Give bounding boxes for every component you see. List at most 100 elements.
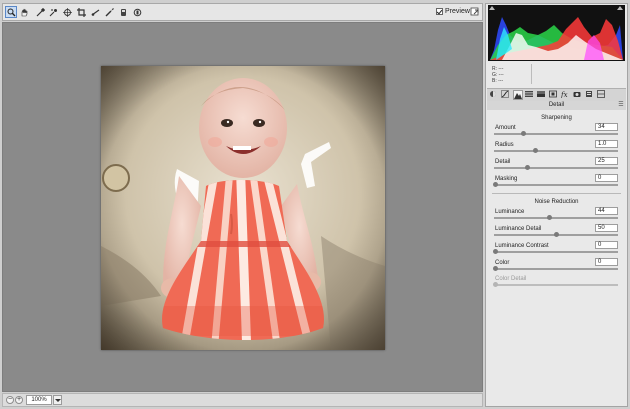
amount-value-field[interactable]: 34 [595,123,618,131]
tab-basic[interactable] [489,90,499,100]
eyedropper-icon [36,8,45,17]
luminance-detail-value-field[interactable]: 50 [595,224,618,232]
tab-snapshots[interactable] [597,90,607,100]
rotate-icon [133,8,142,17]
tab-detail[interactable] [513,90,523,100]
color-slider-track[interactable] [493,266,618,271]
masking-slider-thumb[interactable] [493,182,498,187]
zoom-level-field[interactable]: 100% [26,395,52,405]
white-balance-tool-button[interactable] [34,6,46,18]
panel-tabs: fx [487,88,626,102]
presets-icon [586,91,592,97]
tab-lens-corrections[interactable] [549,90,559,100]
color-slider-thumb[interactable] [493,266,498,271]
highlight-clipping-warning-icon[interactable] [617,6,623,10]
section-divider [492,193,621,194]
detail-slider-thumb[interactable] [524,165,530,170]
luminance-slider-track[interactable] [494,215,618,220]
camera-raw-window: Preview − + 100% R: --- G: --- B: --- fx… [0,0,630,409]
color-detail-slider-thumb [493,282,498,287]
camera-icon [573,92,581,97]
b-value: --- [498,78,504,84]
rgb-readout: R: --- G: --- B: --- [492,66,504,84]
rotate-tool-button[interactable] [131,6,143,18]
magnifier-icon [7,8,16,17]
readout-divider [531,64,532,84]
crop-icon [77,8,86,17]
detail-value-field[interactable]: 25 [595,157,618,165]
red-eye-tool-button[interactable] [103,6,115,18]
tab-split-toning[interactable] [537,90,547,100]
detail-slider-track[interactable] [494,165,618,170]
lens-icon [549,90,557,98]
adjustment-brush-tool-button[interactable] [117,6,129,18]
shadow-clipping-warning-icon[interactable] [489,6,495,10]
zoom-dropdown-button[interactable] [53,395,62,405]
red-eye-icon [105,8,114,17]
radius-slider-thumb[interactable] [533,148,539,153]
luminance-detail-slider-track[interactable] [494,232,618,237]
straighten-tool-button[interactable] [89,6,101,18]
split-toning-icon [537,91,545,97]
tab-tone-curve[interactable] [501,90,511,100]
sharpening-title: Sharpening [541,115,572,121]
amount-slider-thumb[interactable] [521,131,527,136]
fullscreen-icon[interactable] [470,7,480,17]
status-bar: − + 100% [2,393,483,407]
masking-slider-track[interactable] [493,182,618,187]
preview-label: Preview [445,8,470,15]
radius-value-field[interactable]: 1.0 [595,140,618,148]
panel-menu-icon[interactable]: ☰ [618,102,624,108]
luminance-slider-thumb[interactable] [546,215,552,220]
color-label: Color [495,260,510,266]
b-label: B: [492,78,497,84]
preview-canvas[interactable] [2,22,483,392]
noise-reduction-title: Noise Reduction [534,199,579,205]
preview-photo [101,66,385,350]
fx-icon: fx [560,91,568,99]
luminance-value-field[interactable]: 44 [595,207,618,215]
straighten-icon [91,9,100,16]
preview-checkbox[interactable] [436,8,443,15]
tab-presets[interactable] [585,90,595,100]
luminance-contrast-value-field[interactable]: 0 [595,241,618,249]
hsl-icon [525,91,533,97]
luminance-contrast-label: Luminance Contrast [495,243,549,249]
brush-icon [121,9,126,16]
crop-tool-button[interactable] [75,6,87,18]
masking-label: Masking [495,176,518,182]
tone-curve-icon [501,90,509,98]
target-adjust-icon [63,8,72,17]
detail-label: Detail [495,159,511,165]
radius-slider-track[interactable] [494,148,618,153]
hand-icon [21,8,28,17]
color-sampler-tool-button[interactable] [47,6,59,18]
baby-photo-image [101,66,385,350]
color-detail-slider-track [493,282,618,287]
panel-header: Detail ☰ [487,101,626,110]
luminance-contrast-slider-track[interactable] [493,249,618,254]
color-detail-label: Color Detail [495,276,527,282]
tab-effects[interactable]: fx [560,90,571,100]
color-sampler-icon [49,9,57,17]
detail-icon [514,93,522,99]
snapshots-icon [597,90,605,98]
targeted-adjustment-tool-button[interactable] [61,6,73,18]
luminance-contrast-slider-thumb[interactable] [493,249,498,254]
toolbar: Preview [2,3,483,21]
zoom-tool-button[interactable] [5,6,17,18]
basic-icon [490,91,496,97]
hand-tool-button[interactable] [18,6,30,18]
luminance-detail-slider-thumb[interactable] [554,232,559,237]
zoom-out-button[interactable]: − [6,396,14,404]
luminance-detail-label: Luminance Detail [495,226,542,232]
adjustment-panel: R: --- G: --- B: --- fx Detail ☰ Sharpen… [485,3,628,407]
tab-hsl[interactable] [525,90,535,100]
tab-camera-calibration[interactable] [573,90,583,100]
zoom-in-button[interactable]: + [15,396,23,404]
color-value-field[interactable]: 0 [595,258,618,266]
masking-value-field[interactable]: 0 [595,174,618,182]
luminance-label: Luminance [495,209,525,215]
amount-slider-track[interactable] [494,131,618,136]
histogram [488,5,625,61]
